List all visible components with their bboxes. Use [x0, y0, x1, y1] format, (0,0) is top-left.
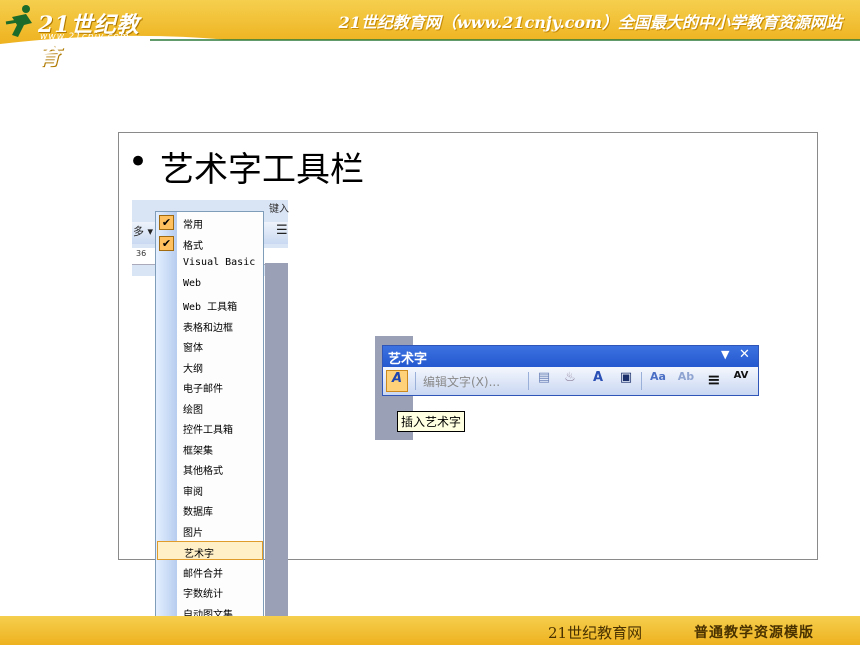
menu-item-label: Web: [183, 277, 202, 289]
menu-item-label: 大纲: [183, 363, 203, 375]
separator: [528, 372, 529, 390]
slide-heading: 艺术字工具栏: [160, 150, 364, 190]
menu-item[interactable]: 图片: [157, 521, 263, 540]
menu-item-label: Visual Basic: [183, 257, 256, 268]
close-icon[interactable]: ✕: [739, 347, 750, 362]
toolbars-context-menu: ✔ 常用 ✔ 格式 Visual Basic Web Web 工具箱 表格和边框窗体大纲电子邮…: [155, 211, 264, 645]
checkmark-icon: ✔: [159, 215, 174, 230]
window-edge: [265, 263, 288, 645]
edit-text-button[interactable]: 编辑文字(X)...: [423, 373, 500, 390]
character-spacing-icon[interactable]: AV: [730, 370, 752, 392]
menu-item[interactable]: 其他格式: [157, 459, 263, 478]
menu-item-label: 其他格式: [183, 466, 223, 477]
menu-item[interactable]: 表格和边框: [157, 316, 263, 335]
menu-item-label: 字数统计: [183, 589, 223, 600]
menu-item[interactable]: 控件工具箱: [157, 418, 263, 437]
footer-template-name: 普通教学资源模版: [694, 625, 814, 641]
logo-url: www.21cnjy.com: [40, 32, 130, 42]
bullet-point: •: [128, 142, 149, 182]
align-icon[interactable]: ☰: [276, 223, 288, 238]
vertical-text-icon[interactable]: Ab: [675, 370, 697, 392]
menu-item[interactable]: 窗体: [157, 336, 263, 355]
style-dropdown[interactable]: 多 ▾: [133, 223, 153, 239]
separator: [641, 372, 642, 390]
menu-item-label: 绘图: [183, 404, 203, 416]
menu-item[interactable]: Web: [157, 275, 263, 294]
wordart-toolbar-titlebar[interactable]: 艺术字 ▼ ✕: [383, 346, 758, 367]
menu-item-label: 图片: [183, 527, 203, 539]
menu-item-label: 艺术字: [184, 549, 214, 560]
menu-item-label: 格式: [183, 240, 203, 252]
menu-item[interactable]: 数据库: [157, 500, 263, 519]
same-letter-heights-icon[interactable]: Aa: [647, 370, 669, 392]
menu-item-label: 窗体: [183, 343, 203, 354]
menu-item[interactable]: Web 工具箱: [157, 295, 263, 314]
menu-item[interactable]: 邮件合并: [157, 562, 263, 581]
wordart-button-row: A 编辑文字(X)... ▤ ♨ A ▣ Aa Ab ≡ AV: [383, 367, 758, 395]
menu-item[interactable]: 大纲: [157, 357, 263, 376]
wordart-gallery-icon[interactable]: ▤: [533, 370, 555, 392]
type-question-hint: 键入: [269, 204, 289, 215]
separator: [415, 372, 416, 390]
format-wordart-icon[interactable]: ♨: [559, 370, 581, 392]
menu-item-label: 数据库: [183, 507, 213, 518]
menu-item[interactable]: 字数统计: [157, 582, 263, 601]
header-slogan: 21世纪教育网（www.21cnjy.com）全国最大的中小学教育资源网站: [338, 13, 842, 32]
menu-item-label: 控件工具箱: [183, 425, 233, 436]
menu-item-label: 常用: [183, 220, 203, 231]
wordart-toolbar-title: 艺术字: [388, 352, 428, 367]
menu-item[interactable]: Visual Basic: [157, 254, 263, 273]
menu-item[interactable]: ✔ 格式: [157, 234, 263, 253]
insert-wordart-tooltip: 插入艺术字: [397, 411, 466, 432]
menu-item-label: Web 工具箱: [183, 302, 238, 313]
alignment-icon[interactable]: ≡: [703, 370, 725, 392]
menu-item-label: 电子邮件: [183, 384, 223, 395]
menu-item[interactable]: 艺术字: [157, 541, 263, 560]
menu-item-label: 框架集: [183, 445, 213, 457]
menu-item[interactable]: ✔ 常用: [157, 213, 263, 232]
menu-item-label: 表格和边框: [183, 322, 233, 334]
menu-item-label: 邮件合并: [183, 568, 223, 580]
logo: 21世纪教育 www.21cnjy.com: [4, 3, 144, 70]
checkmark-icon: ✔: [159, 235, 174, 251]
insert-wordart-button[interactable]: A: [386, 370, 408, 392]
ruler-number: 36: [136, 249, 147, 258]
menu-item[interactable]: 电子邮件: [157, 377, 263, 396]
runner-icon: [5, 5, 32, 37]
menu-item[interactable]: 审阅: [157, 480, 263, 499]
footer-site-name: 21世纪教育网: [548, 624, 643, 642]
wordart-shape-icon[interactable]: A: [587, 370, 609, 392]
text-wrapping-icon[interactable]: ▣: [615, 370, 637, 392]
bottom-banner: 21世纪教育网 普通教学资源模版: [0, 616, 860, 645]
wordart-toolbar: 艺术字 ▼ ✕ A 编辑文字(X)... ▤ ♨ A ▣ Aa Ab ≡ AV: [382, 345, 759, 396]
top-banner: 21世纪教育 www.21cnjy.com 21世纪教育网（www.21cnjy…: [0, 0, 860, 70]
menu-item[interactable]: 框架集: [157, 439, 263, 458]
menu-item-label: 审阅: [183, 486, 203, 498]
toolbar-options-arrow-icon[interactable]: ▼: [721, 348, 729, 361]
menu-item[interactable]: 绘图: [157, 398, 263, 417]
